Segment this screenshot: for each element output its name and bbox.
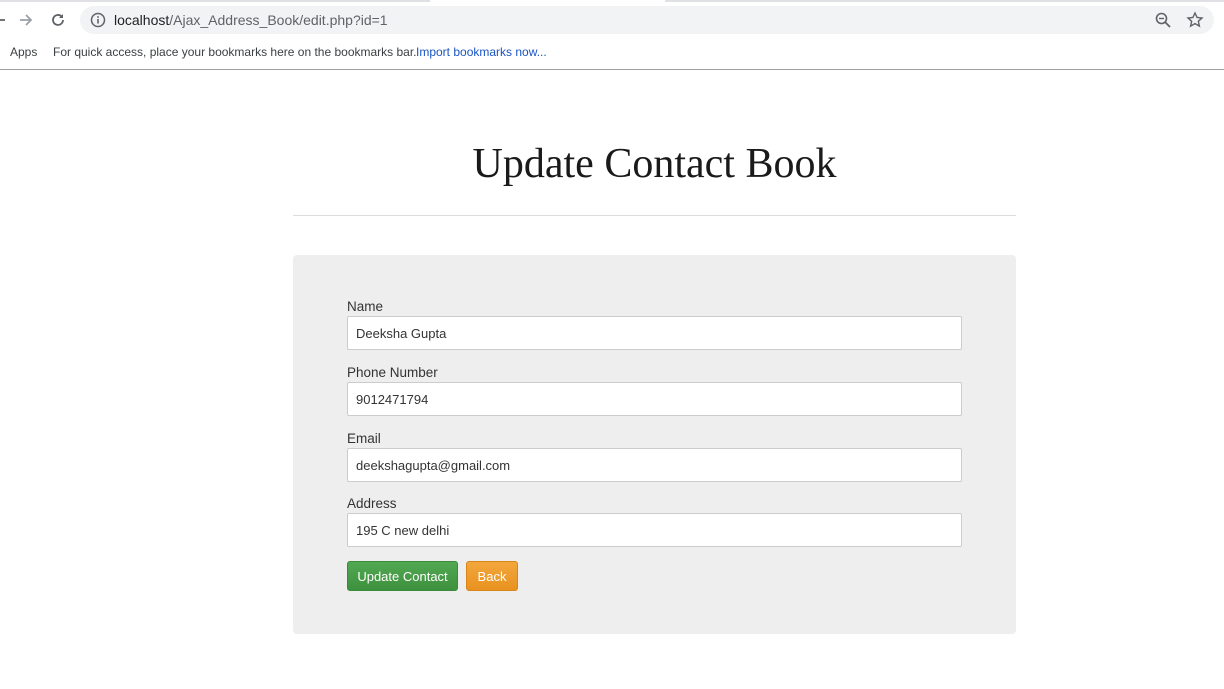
email-input[interactable] (347, 448, 962, 482)
contact-form-card: Name Phone Number Email Address Update C… (293, 255, 1016, 634)
zoom-icon[interactable] (1154, 11, 1172, 29)
update-contact-button[interactable]: Update Contact (347, 561, 458, 591)
apps-shortcut[interactable]: Apps (10, 45, 37, 59)
url-host: localhost (114, 12, 170, 28)
import-bookmarks-link[interactable]: Import bookmarks now... (416, 45, 547, 59)
name-label: Name (347, 299, 384, 314)
reload-icon[interactable] (47, 9, 69, 31)
address-label: Address (347, 496, 397, 511)
url-text[interactable]: localhost/Ajax_Address_Book/edit.php?id=… (114, 12, 388, 28)
page-title: Update Contact Book (472, 141, 837, 187)
back-arrow-icon[interactable] (0, 9, 10, 31)
bookmarks-bar: Apps For quick access, place your bookma… (0, 40, 1224, 64)
back-button[interactable]: Back (466, 561, 518, 591)
name-input[interactable] (347, 316, 962, 350)
bookmarks-hint: For quick access, place your bookmarks h… (53, 45, 417, 59)
site-info-icon[interactable] (90, 12, 106, 28)
address-bar[interactable]: localhost/Ajax_Address_Book/edit.php?id=… (80, 6, 1214, 34)
forward-arrow-icon[interactable] (15, 9, 37, 31)
bookmark-star-icon[interactable] (1186, 11, 1204, 29)
title-divider (293, 215, 1016, 216)
phone-input[interactable] (347, 382, 962, 416)
tab-strip-edge (665, 0, 1224, 2)
phone-label: Phone Number (347, 365, 438, 380)
tab-strip-edge (0, 0, 430, 2)
url-path: /Ajax_Address_Book/edit.php?id=1 (169, 12, 388, 28)
address-input[interactable] (347, 513, 962, 547)
email-label: Email (347, 431, 381, 446)
browser-chrome: localhost/Ajax_Address_Book/edit.php?id=… (0, 0, 1224, 70)
